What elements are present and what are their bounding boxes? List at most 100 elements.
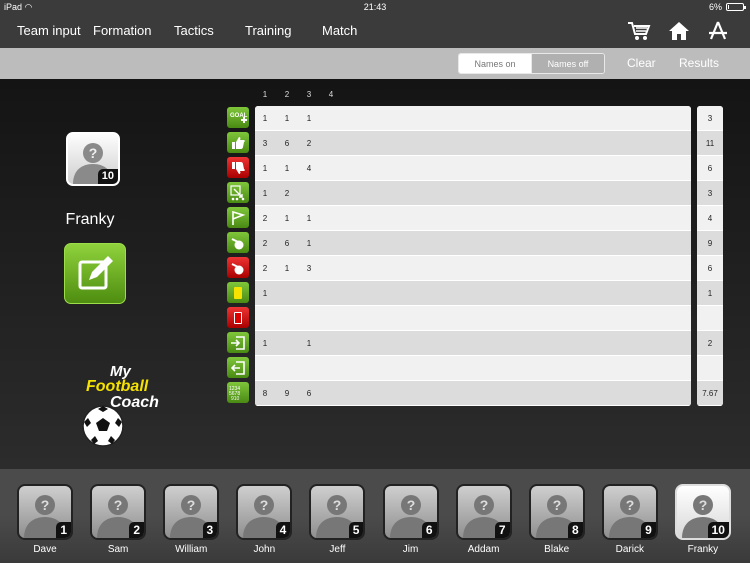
names-toggle[interactable]: Names on Names off — [458, 53, 605, 74]
stat-icon-column: GOAL 1234 5678 910 — [227, 107, 249, 407]
table-row[interactable]: 12 — [255, 181, 691, 206]
home-icon[interactable] — [667, 19, 691, 43]
status-bar: iPad ◠ 21:43 6% — [0, 0, 750, 14]
table-cell[interactable]: 1 — [304, 114, 314, 123]
names-off-button[interactable]: Names off — [531, 54, 604, 73]
table-cell[interactable]: 1 — [304, 214, 314, 223]
clear-button[interactable]: Clear — [627, 56, 656, 70]
roster-player[interactable]: ? 2 Sam — [90, 484, 147, 555]
table-cell[interactable]: 2 — [282, 189, 292, 198]
player-avatar[interactable]: ? 6 — [382, 484, 439, 540]
table-cell[interactable]: 4 — [304, 164, 314, 173]
total-row: 7.67 — [697, 381, 723, 406]
roster-player[interactable]: ? 7 Addam — [455, 484, 512, 555]
player-avatar[interactable]: ? 9 — [601, 484, 658, 540]
player-avatar[interactable]: ? 10 — [66, 132, 120, 186]
thumbs-down-icon[interactable] — [227, 157, 249, 178]
edit-icon — [78, 255, 113, 289]
table-cell[interactable]: 3 — [304, 264, 314, 273]
roster-player[interactable]: ? 3 William — [163, 484, 220, 555]
table-cell[interactable]: 2 — [260, 239, 270, 248]
nav-team-input[interactable]: Team input — [17, 23, 81, 38]
table-cell[interactable]: 1 — [282, 264, 292, 273]
results-button[interactable]: Results — [679, 56, 719, 70]
table-cell[interactable]: 1 — [304, 239, 314, 248]
table-row[interactable]: 3 6 2 — [255, 131, 691, 156]
player-avatar[interactable]: ? 10 — [674, 484, 731, 540]
table-cell[interactable]: 2 — [260, 214, 270, 223]
player-roster: ? 1 Dave ? 2 Sam ? 3 William ? 4 John ? 5 Jeff ? 6 Jim ? 7 A… — [0, 469, 750, 563]
red-card-icon[interactable] — [227, 307, 249, 328]
table-cell[interactable]: 1 — [282, 164, 292, 173]
table-cell[interactable]: 3 — [260, 139, 270, 148]
cart-icon[interactable] — [627, 19, 651, 43]
table-cell[interactable]: 1 — [260, 339, 270, 348]
table-cell[interactable]: 1 — [282, 214, 292, 223]
roster-player[interactable]: ? 10 Franky — [674, 484, 731, 555]
column-header-4: 4 — [328, 90, 334, 99]
table-cell[interactable]: 6 — [282, 139, 292, 148]
svg-text:?: ? — [552, 497, 561, 513]
table-cell[interactable]: 1 — [260, 114, 270, 123]
table-row[interactable]: 2 1 1 — [255, 206, 691, 231]
player-avatar[interactable]: ? 1 — [17, 484, 73, 540]
total-row: 2 — [697, 331, 723, 356]
table-cell[interactable]: 1 — [260, 189, 270, 198]
roster-player[interactable]: ? 6 Jim — [382, 484, 439, 555]
table-cell[interactable]: 1 — [260, 289, 270, 298]
nav-match[interactable]: Match — [322, 23, 357, 38]
thumbs-up-icon[interactable] — [227, 132, 249, 153]
player-avatar[interactable]: ? 5 — [309, 484, 366, 540]
roster-player[interactable]: ? 5 Jeff — [309, 484, 366, 555]
assist-icon[interactable] — [227, 182, 249, 203]
svg-text:910: 910 — [231, 396, 240, 402]
roster-player[interactable]: ? 9 Darick — [601, 484, 658, 555]
rating-icon[interactable]: 1234 5678 910 — [227, 382, 249, 403]
table-cell[interactable]: 1 — [282, 114, 292, 123]
player-number: 1 — [56, 522, 71, 538]
player-avatar[interactable]: ? 2 — [90, 484, 147, 540]
whistle-icon[interactable] — [227, 232, 249, 253]
table-row[interactable]: 1 1 1 — [255, 106, 691, 131]
whistle-red-icon[interactable] — [227, 257, 249, 278]
table-row[interactable]: 11 — [255, 331, 691, 356]
player-avatar[interactable]: ? 3 — [163, 484, 220, 540]
nav-tactics[interactable]: Tactics — [174, 23, 214, 38]
table-row[interactable] — [255, 306, 691, 331]
totals-column: 3 11 6 3 4 9 6 1 2 7.67 — [697, 106, 723, 406]
table-row[interactable]: 2 1 3 — [255, 256, 691, 281]
names-on-button[interactable]: Names on — [459, 54, 531, 73]
player-name: Jeff — [329, 544, 346, 555]
yellow-card-icon[interactable] — [227, 282, 249, 303]
table-row[interactable] — [255, 356, 691, 381]
sub-in-icon[interactable] — [227, 332, 249, 353]
corner-flag-icon[interactable] — [227, 207, 249, 228]
app-store-icon[interactable] — [706, 19, 730, 43]
player-avatar[interactable]: ? 4 — [236, 484, 293, 540]
total-cell: 11 — [705, 139, 715, 148]
table-cell[interactable]: 1 — [304, 339, 314, 348]
table-cell[interactable]: 2 — [304, 139, 314, 148]
player-avatar[interactable]: ? 8 — [528, 484, 585, 540]
table-cell[interactable]: 1 — [260, 164, 270, 173]
table-cell[interactable]: 9 — [282, 389, 292, 398]
table-row[interactable]: 1 1 4 — [255, 156, 691, 181]
table-row[interactable]: 8 9 6 — [255, 381, 691, 406]
roster-player[interactable]: ? 1 Dave — [17, 484, 73, 555]
total-cell: 9 — [707, 239, 713, 248]
nav-training[interactable]: Training — [245, 23, 291, 38]
table-row[interactable]: 1 — [255, 281, 691, 306]
total-cell: 2 — [707, 339, 713, 348]
roster-player[interactable]: ? 4 John — [236, 484, 293, 555]
nav-formation[interactable]: Formation — [93, 23, 152, 38]
player-avatar[interactable]: ? 7 — [455, 484, 512, 540]
roster-player[interactable]: ? 8 Blake — [528, 484, 585, 555]
sub-out-icon[interactable] — [227, 357, 249, 378]
goal-icon[interactable]: GOAL — [227, 107, 249, 128]
table-cell[interactable]: 8 — [260, 389, 270, 398]
table-row[interactable]: 2 6 1 — [255, 231, 691, 256]
table-cell[interactable]: 2 — [260, 264, 270, 273]
table-cell[interactable]: 6 — [282, 239, 292, 248]
table-cell[interactable]: 6 — [304, 389, 314, 398]
edit-player-button[interactable] — [64, 243, 126, 304]
